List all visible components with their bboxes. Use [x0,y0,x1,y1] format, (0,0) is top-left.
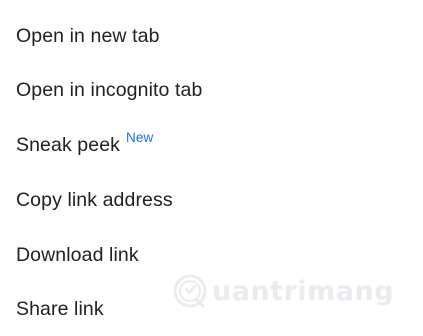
menu-item-label: Open in new tab [16,24,160,47]
menu-item-share-link[interactable]: Share link [16,294,104,324]
menu-item-open-in-new-tab[interactable]: Open in new tab [16,21,160,51]
menu-item-label: Sneak peek [16,133,120,156]
menu-item-label: Download link [16,243,139,266]
menu-item-copy-link-address[interactable]: Copy link address [16,185,173,215]
menu-item-label: Share link [16,297,104,320]
menu-item-label: Copy link address [16,188,173,211]
new-badge: New [126,129,154,145]
context-menu: Open in new tab Open in incognito tab Sn… [0,0,423,336]
menu-item-open-in-incognito-tab[interactable]: Open in incognito tab [16,75,202,105]
menu-item-download-link[interactable]: Download link [16,240,139,270]
menu-item-sneak-peek[interactable]: Sneak peek New [16,130,153,160]
menu-item-label: Open in incognito tab [16,78,203,101]
